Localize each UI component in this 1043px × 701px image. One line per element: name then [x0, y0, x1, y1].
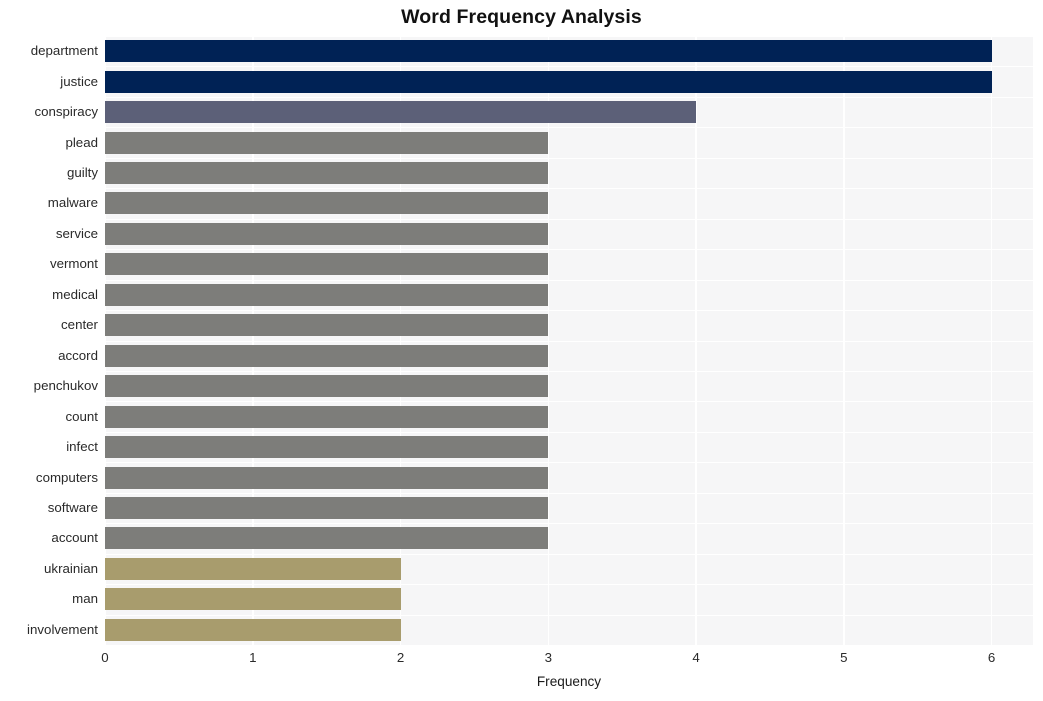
y-axis-tick-label: medical — [52, 286, 98, 302]
y-axis-tick-label: infect — [66, 439, 98, 455]
y-axis-tick-label: software — [47, 499, 98, 515]
x-axis-tick-label: 4 — [692, 650, 700, 665]
word-frequency-chart: Word Frequency Analysis department justic… — [0, 0, 1043, 701]
x-axis-tick-label: 0 — [101, 650, 109, 665]
y-axis-tick-label: guilty — [66, 165, 98, 181]
chart-title: Word Frequency Analysis — [401, 6, 642, 28]
y-axis-tick-label: malware — [47, 195, 98, 211]
x-axis-tick-label: 6 — [987, 650, 996, 665]
y-axis-tick-label: plead — [65, 134, 98, 150]
x-axis-tick-label: 2 — [396, 650, 405, 665]
y-axis-tick-label: account — [51, 530, 98, 546]
y-axis-tick-label: accord — [58, 347, 98, 363]
x-axis-tick-label: 3 — [544, 650, 552, 665]
x-axis-tick-label: 1 — [249, 650, 257, 665]
y-axis-tick-label: justice — [60, 73, 98, 89]
y-axis-tick-label: center — [61, 317, 98, 333]
x-axis-title: Frequency — [536, 674, 602, 689]
y-axis-tick-label: ukrainian — [44, 560, 98, 576]
y-axis-tick-label: man — [72, 591, 98, 607]
y-axis-tick-label: count — [65, 408, 98, 424]
y-axis-tick-label: conspiracy — [34, 104, 98, 120]
y-axis-tick-label: involvement — [27, 621, 98, 637]
y-axis-tick-label: service — [55, 225, 98, 241]
y-axis-tick-label: department — [30, 43, 98, 59]
y-axis-tick-label: computers — [35, 469, 98, 485]
y-axis-labels: department justice conspiracy plead guilty ma… — [0, 36, 1043, 645]
y-axis-tick-label: vermont — [49, 256, 98, 272]
x-axis-tick-label: 5 — [840, 650, 848, 665]
y-axis-tick-label: penchukov — [33, 378, 98, 394]
